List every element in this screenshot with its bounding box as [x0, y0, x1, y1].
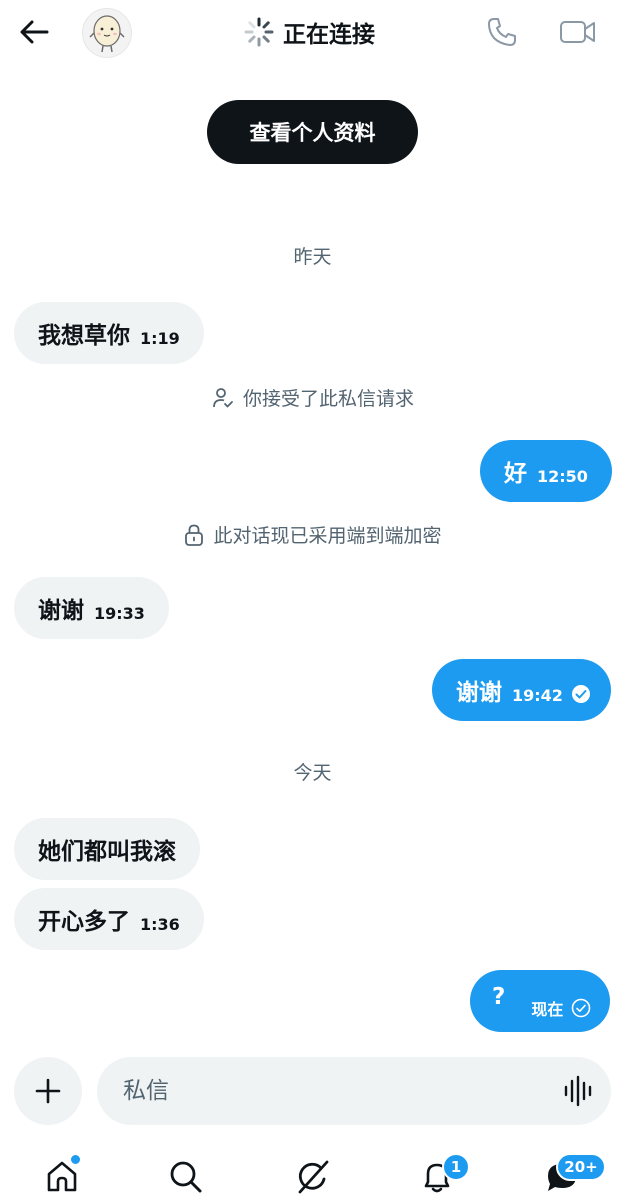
day-separator-today: 今天	[293, 762, 332, 784]
avatar[interactable]	[82, 8, 132, 58]
message-composer	[97, 1057, 611, 1125]
message-bubble-incoming[interactable]: 她们都叫我滚	[14, 818, 200, 880]
home-new-indicator	[71, 1155, 80, 1164]
message-text: 好	[504, 461, 527, 487]
message-time: 19:42	[512, 685, 563, 705]
attach-button[interactable]	[14, 1057, 82, 1125]
message-text: 谢谢	[456, 680, 502, 706]
message-time: 1:19	[140, 328, 180, 348]
read-receipt-icon	[571, 684, 591, 704]
message-text: 我想草你	[38, 323, 130, 349]
message-bubble-outgoing[interactable]: ? 现在	[470, 970, 610, 1032]
system-message-accepted: 你接受了此私信请求	[0, 384, 625, 411]
video-call-button[interactable]	[556, 12, 600, 52]
nav-search[interactable]	[164, 1155, 208, 1199]
search-icon	[170, 1161, 202, 1193]
home-icon	[47, 1161, 77, 1192]
message-input[interactable]	[123, 1057, 543, 1125]
message-bubble-incoming[interactable]: 谢谢 19:33	[14, 577, 169, 639]
connection-status: 正在连接	[243, 14, 375, 50]
conversation-header: 正在连接	[0, 0, 625, 64]
arrow-left-icon	[20, 20, 49, 44]
audio-waveform-icon	[564, 1075, 592, 1107]
view-profile-button[interactable]: 查看个人资料	[207, 100, 418, 164]
message-text: 开心多了	[38, 909, 130, 935]
grok-icon	[298, 1160, 329, 1194]
nav-grok[interactable]	[290, 1155, 334, 1199]
back-button[interactable]	[14, 12, 54, 52]
loading-spinner-icon	[244, 17, 274, 47]
person-check-icon	[213, 387, 233, 407]
system-message-text: 你接受了此私信请求	[242, 388, 414, 410]
voice-message-button[interactable]	[561, 1075, 595, 1107]
message-text: ?	[492, 984, 506, 1010]
voice-call-button[interactable]	[482, 12, 522, 52]
message-bubble-outgoing[interactable]: 好 12:50	[480, 440, 612, 502]
plus-icon	[35, 1078, 61, 1104]
system-message-text: 此对话现已采用端到端加密	[213, 525, 442, 547]
egg-character-icon	[89, 15, 125, 53]
message-bubble-incoming[interactable]: 开心多了 1:36	[14, 888, 204, 950]
message-time: 1:36	[140, 914, 180, 934]
message-text: 她们都叫我滚	[38, 839, 176, 865]
day-separator-yesterday: 昨天	[293, 246, 332, 268]
lock-icon	[185, 524, 204, 546]
message-bubble-outgoing[interactable]: 谢谢 19:42	[432, 659, 611, 721]
messages-badge: 20+	[556, 1153, 606, 1181]
message-time: 12:50	[537, 466, 588, 486]
system-message-encryption: 此对话现已采用端到端加密	[0, 521, 625, 548]
message-time: 19:33	[94, 603, 145, 623]
sent-status-icon	[571, 998, 591, 1018]
message-text: 谢谢	[38, 598, 84, 624]
phone-icon	[488, 18, 516, 46]
notifications-badge: 1	[442, 1153, 470, 1181]
bottom-navigation: 1 20+	[0, 1145, 625, 1200]
message-bubble-incoming[interactable]: 我想草你 1:19	[14, 302, 204, 364]
message-time: 现在	[531, 1000, 564, 1019]
video-camera-icon	[560, 21, 595, 43]
page-title: 正在连接	[283, 22, 375, 48]
